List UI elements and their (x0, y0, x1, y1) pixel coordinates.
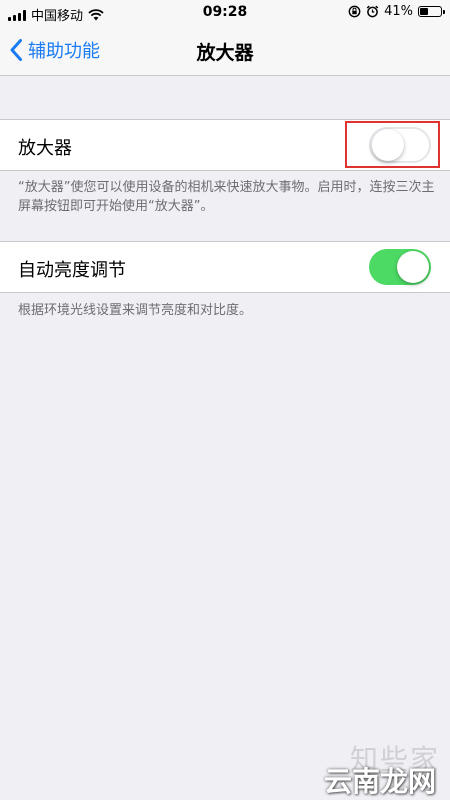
navigation-bar: 辅助功能 放大器 (0, 26, 450, 76)
magnifier-footnote: “放大器”使您可以使用设备的相机来快速放大事物。启用时，连按三次主屏幕按钮即可开… (18, 180, 435, 214)
page-title: 放大器 (196, 42, 254, 64)
auto-brightness-row: 自动亮度调节 (0, 241, 450, 293)
alarm-icon (366, 5, 379, 18)
battery-percent: 41% (384, 4, 413, 19)
auto-brightness-label: 自动亮度调节 (18, 260, 126, 281)
status-right: 41% (348, 4, 445, 19)
watermark-site: 云南龙网 (323, 765, 436, 798)
magnifier-label: 放大器 (18, 138, 72, 159)
toggle-knob (397, 251, 429, 283)
battery-icon (418, 6, 445, 17)
auto-brightness-footnote: 根据环境光线设置来调节亮度和对比度。 (18, 303, 253, 318)
auto-brightness-toggle[interactable] (369, 249, 431, 285)
orientation-lock-icon (348, 5, 361, 18)
highlight-box (345, 121, 440, 168)
status-bar: 中国移动 09:28 41% (0, 0, 450, 26)
battery-fill (420, 8, 428, 15)
